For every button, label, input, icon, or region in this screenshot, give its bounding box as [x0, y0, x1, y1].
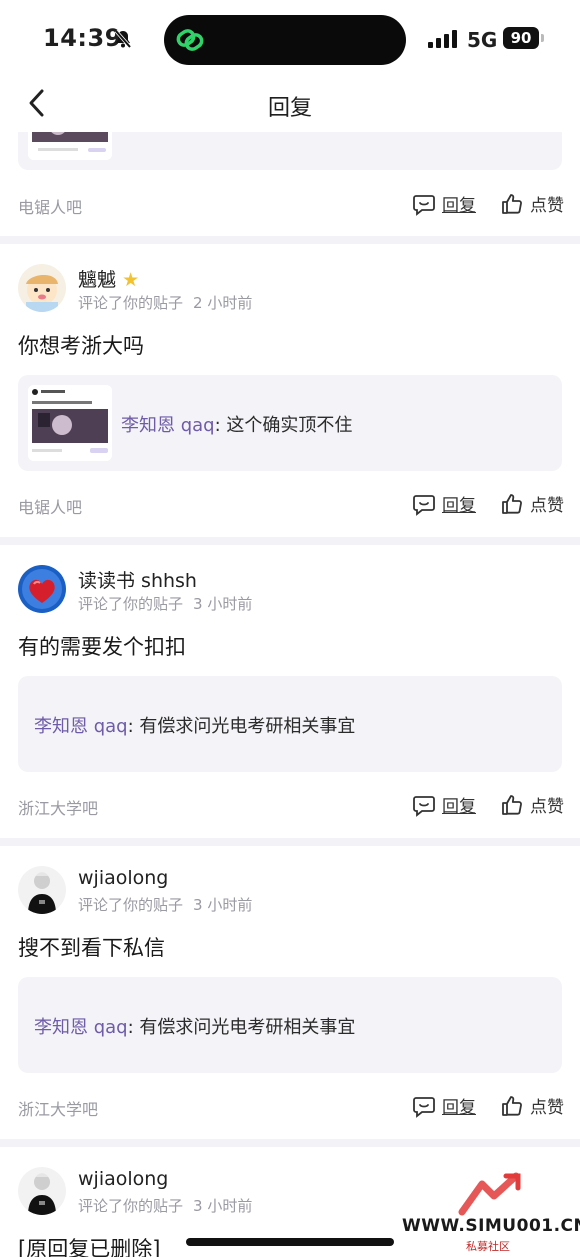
- reply-button[interactable]: 回复: [412, 191, 476, 216]
- avatar[interactable]: [18, 264, 66, 312]
- quoted-post[interactable]: [18, 132, 562, 170]
- thumbs-up-icon: [502, 193, 522, 214]
- comment-icon: [413, 194, 435, 216]
- comment-icon: [413, 494, 435, 516]
- username[interactable]: 读读书 shhsh: [78, 566, 197, 593]
- like-label: 点赞: [530, 1098, 564, 1118]
- quoted-post[interactable]: 李知恩 qaq: 有偿求问光电考研相关事宜: [18, 676, 562, 772]
- thumbs-up-icon: [502, 794, 522, 815]
- reply-card[interactable]: 魑魆 ★ 评论了你的贴子 2 小时前 你想考浙大吗 李知恩 qaq: 这个确实顶不…: [0, 244, 580, 537]
- forum-name[interactable]: 电锯人吧: [18, 494, 82, 518]
- watermark-text: WWW.SIMU001.CN: [402, 1216, 580, 1236]
- forum-name[interactable]: 电锯人吧: [18, 194, 82, 218]
- username[interactable]: wjiaolong: [78, 1168, 168, 1190]
- avatar[interactable]: [18, 866, 66, 914]
- avatar[interactable]: [18, 565, 66, 613]
- divider: [0, 838, 580, 846]
- divider: [0, 537, 580, 545]
- watermark: WWW.SIMU001.CN 私募社区: [402, 1172, 580, 1257]
- reply-card[interactable]: 电锯人吧 回复 点赞: [0, 132, 580, 236]
- quoted-reply: 李知恩 qaq: 有偿求问光电考研相关事宜: [34, 1017, 356, 1038]
- like-label: 点赞: [530, 196, 564, 216]
- battery-icon: 90: [503, 27, 539, 49]
- reply-card[interactable]: wjiaolong 评论了你的贴子 3 小时前 搜不到看下私信 李知恩 qaq: …: [0, 846, 580, 1139]
- dynamic-island: [164, 15, 406, 65]
- star-badge-icon: ★: [122, 269, 140, 291]
- comment-text: 搜不到看下私信: [18, 936, 165, 960]
- reply-label: 回复: [442, 496, 476, 516]
- status-bar: 14:39 5G 90: [0, 0, 580, 76]
- post-thumbnail: [28, 132, 112, 160]
- like-label: 点赞: [530, 797, 564, 817]
- divider: [0, 1139, 580, 1147]
- quoted-post[interactable]: 李知恩 qaq: 这个确实顶不住: [18, 375, 562, 471]
- forum-name[interactable]: 浙江大学吧: [18, 1096, 98, 1120]
- reply-label: 回复: [442, 196, 476, 216]
- comment-meta: 评论了你的贴子 2 小时前: [78, 294, 253, 312]
- watermark-sub: 私募社区: [466, 1240, 510, 1253]
- like-button[interactable]: 点赞: [500, 1093, 564, 1118]
- comment-meta: 评论了你的贴子 3 小时前: [78, 595, 253, 613]
- comment-text: [原回复已删除]: [18, 1237, 161, 1257]
- reply-label: 回复: [442, 1098, 476, 1118]
- quoted-post[interactable]: 李知恩 qaq: 有偿求问光电考研相关事宜: [18, 977, 562, 1073]
- like-button[interactable]: 点赞: [500, 191, 564, 216]
- quoted-reply: 李知恩 qaq: 这个确实顶不住: [121, 415, 353, 436]
- forum-name[interactable]: 浙江大学吧: [18, 795, 98, 819]
- quoted-reply: 李知恩 qaq: 有偿求问光电考研相关事宜: [34, 716, 356, 737]
- post-thumbnail: [28, 385, 112, 461]
- link-icon: [174, 24, 206, 60]
- nav-bar: 回复: [0, 76, 580, 132]
- home-indicator[interactable]: [186, 1238, 394, 1246]
- mute-bell-icon: [113, 29, 133, 53]
- cellular-signal-icon: [428, 30, 458, 52]
- username[interactable]: wjiaolong: [78, 867, 168, 889]
- comment-icon: [413, 795, 435, 817]
- like-label: 点赞: [530, 496, 564, 516]
- comment-icon: [413, 1096, 435, 1118]
- comment-meta: 评论了你的贴子 3 小时前: [78, 1197, 253, 1215]
- avatar[interactable]: [18, 1167, 66, 1215]
- page-title: 回复: [267, 96, 312, 121]
- reply-button[interactable]: 回复: [412, 1093, 476, 1118]
- reply-label: 回复: [442, 797, 476, 817]
- like-button[interactable]: 点赞: [500, 792, 564, 817]
- reply-list: 电锯人吧 回复 点赞 魑魆 ★ 评论了你的贴子 2 小时前 你想考浙大吗 李知恩 …: [0, 132, 580, 1257]
- battery-tip: [541, 34, 544, 42]
- comment-text: 有的需要发个扣扣: [18, 635, 186, 659]
- reply-button[interactable]: 回复: [412, 491, 476, 516]
- username[interactable]: 魑魆 ★: [78, 265, 139, 292]
- comment-meta: 评论了你的贴子 3 小时前: [78, 896, 253, 914]
- thumbs-up-icon: [502, 1095, 522, 1116]
- divider: [0, 236, 580, 244]
- network-type: 5G: [467, 28, 498, 52]
- comment-text: 你想考浙大吗: [18, 334, 144, 358]
- status-time: 14:39: [43, 24, 122, 52]
- watermark-logo-icon: [458, 1172, 521, 1216]
- like-button[interactable]: 点赞: [500, 491, 564, 516]
- thumbs-up-icon: [502, 493, 522, 514]
- reply-card[interactable]: 读读书 shhsh 评论了你的贴子 3 小时前 有的需要发个扣扣 李知恩 qaq:…: [0, 545, 580, 838]
- reply-button[interactable]: 回复: [412, 792, 476, 817]
